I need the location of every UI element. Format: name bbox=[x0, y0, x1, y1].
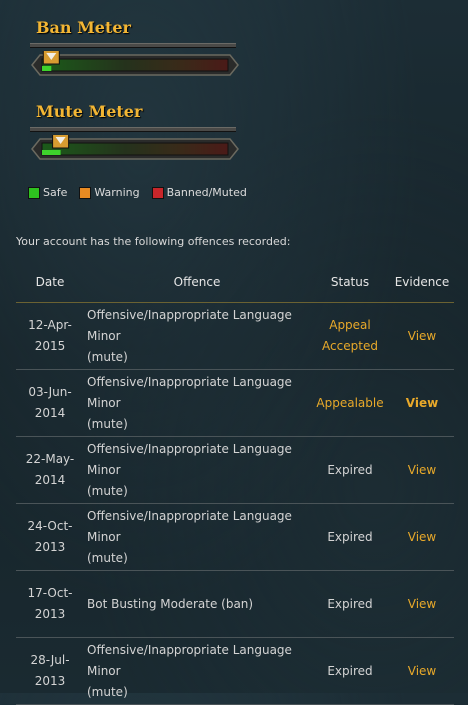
row-evidence: View bbox=[390, 436, 454, 504]
header-status: Status bbox=[310, 262, 390, 303]
table-row: 24-Oct- 2013 Offensive/Inappropriate Lang… bbox=[16, 503, 454, 571]
row-date: 22-May- 2014 bbox=[16, 436, 84, 504]
ban-meter-title: Ban Meter bbox=[36, 18, 131, 37]
offences-table: Date Offence Status Evidence 12-Apr- 2015… bbox=[16, 262, 454, 705]
table-row: 28-Jul- 2013 Offensive/Inappropriate Lang… bbox=[16, 637, 454, 705]
row-date: 28-Jul- 2013 bbox=[16, 637, 84, 705]
row-offence: Offensive/Inappropriate Language Minor (m… bbox=[84, 369, 310, 437]
legend-warning: Warning bbox=[79, 186, 140, 199]
row-evidence: View bbox=[390, 302, 454, 370]
table-row: 03-Jun- 2014 Offensive/Inappropriate Lang… bbox=[16, 369, 454, 437]
row-date: 12-Apr- 2015 bbox=[16, 302, 84, 370]
view-evidence-link[interactable]: View bbox=[408, 597, 436, 611]
legend-warning-label: Warning bbox=[94, 186, 140, 199]
table-row: 17-Oct- 2013 Bot Busting Moderate (ban) E… bbox=[16, 570, 454, 638]
table-row: 22-May- 2014 Offensive/Inappropriate Lang… bbox=[16, 436, 454, 504]
safe-swatch-icon bbox=[28, 186, 40, 199]
warning-swatch-icon bbox=[79, 186, 92, 199]
row-status: Appealable bbox=[310, 369, 390, 437]
row-evidence: View bbox=[390, 369, 454, 437]
mute-meter-bar bbox=[31, 135, 239, 160]
row-offence: Offensive/Inappropriate Language Minor (m… bbox=[84, 503, 310, 571]
row-status: Expired bbox=[310, 570, 390, 638]
row-evidence: View bbox=[390, 503, 454, 571]
row-offence: Offensive/Inappropriate Language Minor (m… bbox=[84, 302, 310, 370]
row-status: Expired bbox=[310, 436, 390, 504]
table-header-row: Date Offence Status Evidence bbox=[16, 262, 454, 303]
view-evidence-link[interactable]: View bbox=[408, 463, 436, 477]
view-evidence-link[interactable]: View bbox=[408, 530, 436, 544]
ban-meter-bar bbox=[31, 51, 239, 76]
header-date: Date bbox=[16, 262, 84, 303]
row-offence: Bot Busting Moderate (ban) bbox=[84, 570, 310, 638]
row-status: Appeal Accepted bbox=[310, 302, 390, 370]
view-evidence-link[interactable]: View bbox=[408, 664, 436, 678]
mute-meter-title: Mute Meter bbox=[36, 102, 143, 121]
banned-swatch-icon bbox=[151, 186, 164, 199]
offences-intro: Your account has the following offences … bbox=[16, 235, 291, 248]
meter-legend: Safe Warning Banned/Muted bbox=[28, 186, 247, 199]
legend-banned-label: Banned/Muted bbox=[166, 186, 247, 199]
view-evidence-link[interactable]: View bbox=[408, 329, 436, 343]
row-status: Expired bbox=[310, 637, 390, 705]
view-evidence-link[interactable]: View bbox=[406, 396, 438, 410]
legend-safe: Safe bbox=[28, 186, 67, 199]
row-date: 24-Oct- 2013 bbox=[16, 503, 84, 571]
row-evidence: View bbox=[390, 570, 454, 638]
header-offence: Offence bbox=[84, 262, 310, 303]
legend-safe-label: Safe bbox=[43, 186, 68, 199]
row-evidence: View bbox=[390, 637, 454, 705]
ban-meter-line bbox=[30, 43, 236, 48]
legend-banned: Banned/Muted bbox=[151, 186, 247, 199]
row-date: 03-Jun- 2014 bbox=[16, 369, 84, 437]
mute-meter-line bbox=[30, 127, 236, 132]
header-evidence: Evidence bbox=[390, 262, 454, 303]
row-offence: Offensive/Inappropriate Language Minor (m… bbox=[84, 637, 310, 705]
row-status: Expired bbox=[310, 503, 390, 571]
row-date: 17-Oct- 2013 bbox=[16, 570, 84, 638]
row-offence: Offensive/Inappropriate Language Minor (m… bbox=[84, 436, 310, 504]
table-row: 12-Apr- 2015 Offensive/Inappropriate Lang… bbox=[16, 302, 454, 370]
